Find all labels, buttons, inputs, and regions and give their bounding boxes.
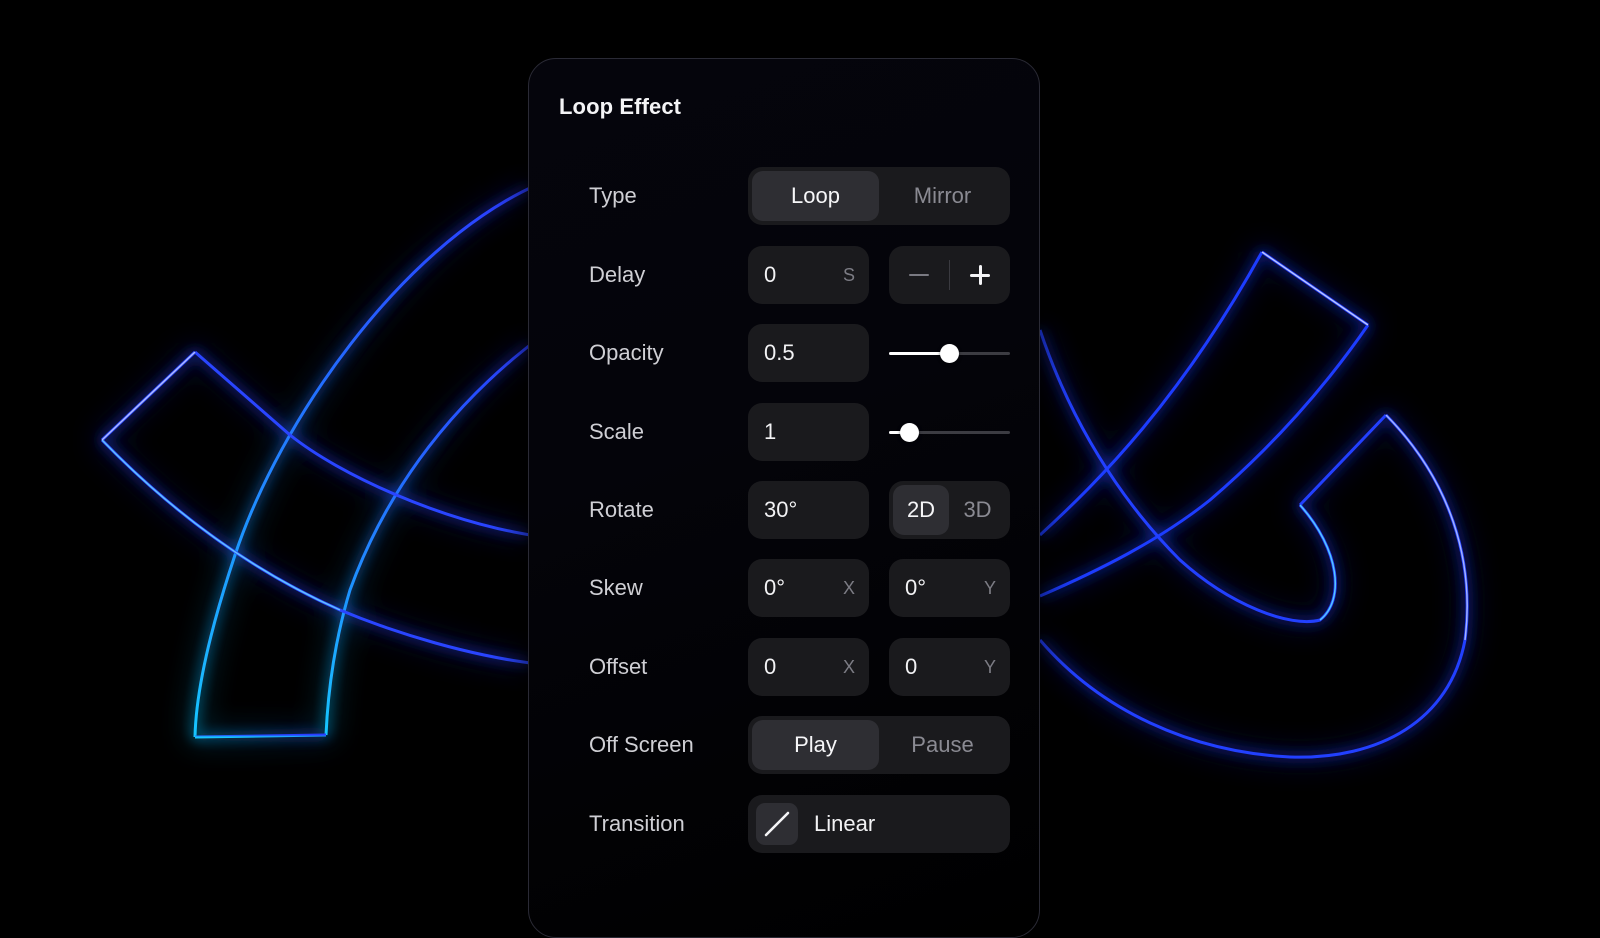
- opacity-slider-thumb[interactable]: [940, 344, 959, 363]
- row-scale: Scale 1: [529, 403, 1041, 461]
- neon-band-right: [1038, 250, 1370, 598]
- type-segmented-control: Loop Mirror: [748, 167, 1010, 225]
- delay-label: Delay: [589, 262, 646, 287]
- row-skew: Skew 0° X 0° Y: [529, 559, 1041, 617]
- rotate-option-2d[interactable]: 2D: [893, 485, 949, 535]
- skew-y-unit: Y: [983, 578, 996, 598]
- scale-slider[interactable]: [889, 403, 1010, 461]
- rotate-option-3d[interactable]: 3D: [949, 485, 1006, 535]
- linear-curve-icon: [756, 803, 798, 845]
- offset-x-unit: X: [842, 657, 855, 677]
- row-transition: Transition Linear: [529, 795, 1041, 853]
- delay-input[interactable]: 0 S: [748, 246, 869, 304]
- row-type: Type Loop Mirror: [529, 167, 1041, 225]
- off-screen-segmented-control: Play Pause: [748, 716, 1010, 774]
- offset-x-value: 0: [764, 654, 777, 679]
- scale-label: Scale: [589, 419, 645, 444]
- row-rotate: Rotate 30° 2D 3D: [529, 481, 1041, 539]
- offset-x-input[interactable]: 0 X: [748, 638, 869, 696]
- off-screen-option-play[interactable]: Play: [752, 720, 879, 770]
- offset-label: Offset: [589, 654, 648, 679]
- transition-label: Transition: [589, 811, 685, 836]
- minus-icon: [909, 273, 929, 277]
- row-off-screen: Off Screen Play Pause: [529, 716, 1041, 774]
- offset-y-unit: Y: [983, 657, 996, 677]
- row-opacity: Opacity 0.5: [529, 324, 1041, 382]
- neon-band-left: [100, 350, 531, 665]
- type-option-loop[interactable]: Loop: [752, 171, 879, 221]
- delay-value: 0: [764, 262, 777, 287]
- delay-unit: S: [842, 265, 855, 285]
- delay-decrement-button[interactable]: [889, 246, 949, 304]
- skew-label: Skew: [589, 575, 643, 600]
- panel-title: Loop Effect: [559, 94, 682, 119]
- skew-x-value: 0°: [764, 575, 786, 600]
- skew-x-input[interactable]: 0° X: [748, 559, 869, 617]
- rotate-mode-segmented-control: 2D 3D: [889, 481, 1010, 539]
- skew-y-input[interactable]: 0° Y: [889, 559, 1010, 617]
- opacity-value: 0.5: [764, 340, 795, 365]
- skew-y-value: 0°: [905, 575, 927, 600]
- scale-slider-thumb[interactable]: [900, 423, 920, 442]
- scale-input[interactable]: 1: [748, 403, 869, 461]
- off-screen-label: Off Screen: [589, 732, 694, 757]
- plus-icon: [970, 265, 990, 285]
- type-option-mirror[interactable]: Mirror: [879, 171, 1006, 221]
- rotate-input[interactable]: 30°: [748, 481, 869, 539]
- opacity-slider[interactable]: [889, 324, 1010, 382]
- scale-value: 1: [764, 419, 777, 444]
- transition-select[interactable]: Linear: [748, 795, 1010, 853]
- loop-effect-panel: Loop Effect Type Loop Mirror Delay 0 S O…: [528, 58, 1040, 938]
- delay-stepper: [889, 246, 1010, 304]
- offset-y-input[interactable]: 0 Y: [889, 638, 1010, 696]
- row-delay: Delay 0 S: [529, 246, 1041, 304]
- delay-increment-button[interactable]: [950, 246, 1010, 304]
- neon-hook-right: [1038, 329, 1469, 759]
- offset-y-value: 0: [905, 654, 918, 679]
- rotate-label: Rotate: [589, 497, 654, 522]
- off-screen-option-pause[interactable]: Pause: [879, 720, 1006, 770]
- transition-value: Linear: [814, 811, 876, 836]
- skew-x-unit: X: [842, 578, 855, 598]
- opacity-label: Opacity: [589, 340, 664, 365]
- opacity-input[interactable]: 0.5: [748, 324, 869, 382]
- type-label: Type: [589, 183, 637, 208]
- rotate-value: 30°: [764, 497, 798, 522]
- row-offset: Offset 0 X 0 Y: [529, 638, 1041, 696]
